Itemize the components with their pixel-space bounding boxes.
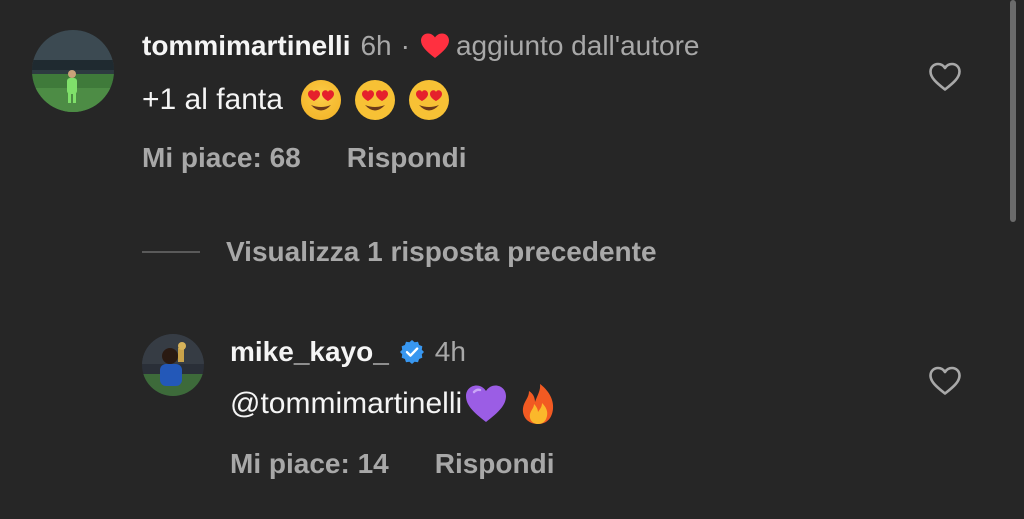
reply-mention[interactable]: @tommimartinelli [230,387,462,421]
comment-actions: Mi piace: 68 Rispondi [142,142,467,174]
fire-emoji-icon [516,382,560,426]
heart-eyes-emoji-icon [407,78,451,122]
separator-dot: · [400,30,410,61]
purple-heart-emoji-icon [464,382,508,426]
avatar[interactable] [32,30,114,112]
verified-badge-icon [399,339,425,365]
divider-line [142,251,200,253]
comment-text: +1 al fanta [142,83,283,116]
view-previous-replies-button[interactable]: Visualizza 1 risposta precedente [142,236,657,268]
reply-header: mike_kayo_ 4h [230,336,466,368]
heart-eyes-emoji-icon [299,78,343,122]
reply-likes-count[interactable]: Mi piace: 14 [230,448,389,480]
comments-panel: tommimartinelli 6h · aggiunto dall'autor… [0,0,1024,519]
view-replies-label: Visualizza 1 risposta precedente [226,236,657,267]
reply-username[interactable]: mike_kayo_ [230,336,389,368]
comment-time: 6h [360,30,392,61]
scrollbar[interactable] [1010,0,1016,222]
comment-reply-button[interactable]: Rispondi [347,142,467,174]
reply-reply-button[interactable]: Rispondi [435,448,555,480]
author-liked-label: aggiunto dall'autore [455,30,700,61]
comment-body: +1 al fanta [142,78,451,122]
heart-eyes-emoji-icon [353,78,397,122]
comment-likes-count[interactable]: Mi piace: 68 [142,142,301,174]
reply-like-heart-icon[interactable] [928,366,962,396]
comment-header: tommimartinelli 6h · aggiunto dall'autor… [142,30,700,62]
reply-time: 4h [434,336,466,367]
comment-like-heart-icon[interactable] [928,62,962,92]
reply-actions: Mi piace: 14 Rispondi [230,448,555,480]
reply-body: @tommimartinelli [230,382,560,426]
avatar[interactable] [142,334,204,396]
author-heart-icon [420,32,450,60]
comment-username[interactable]: tommimartinelli [142,30,350,62]
